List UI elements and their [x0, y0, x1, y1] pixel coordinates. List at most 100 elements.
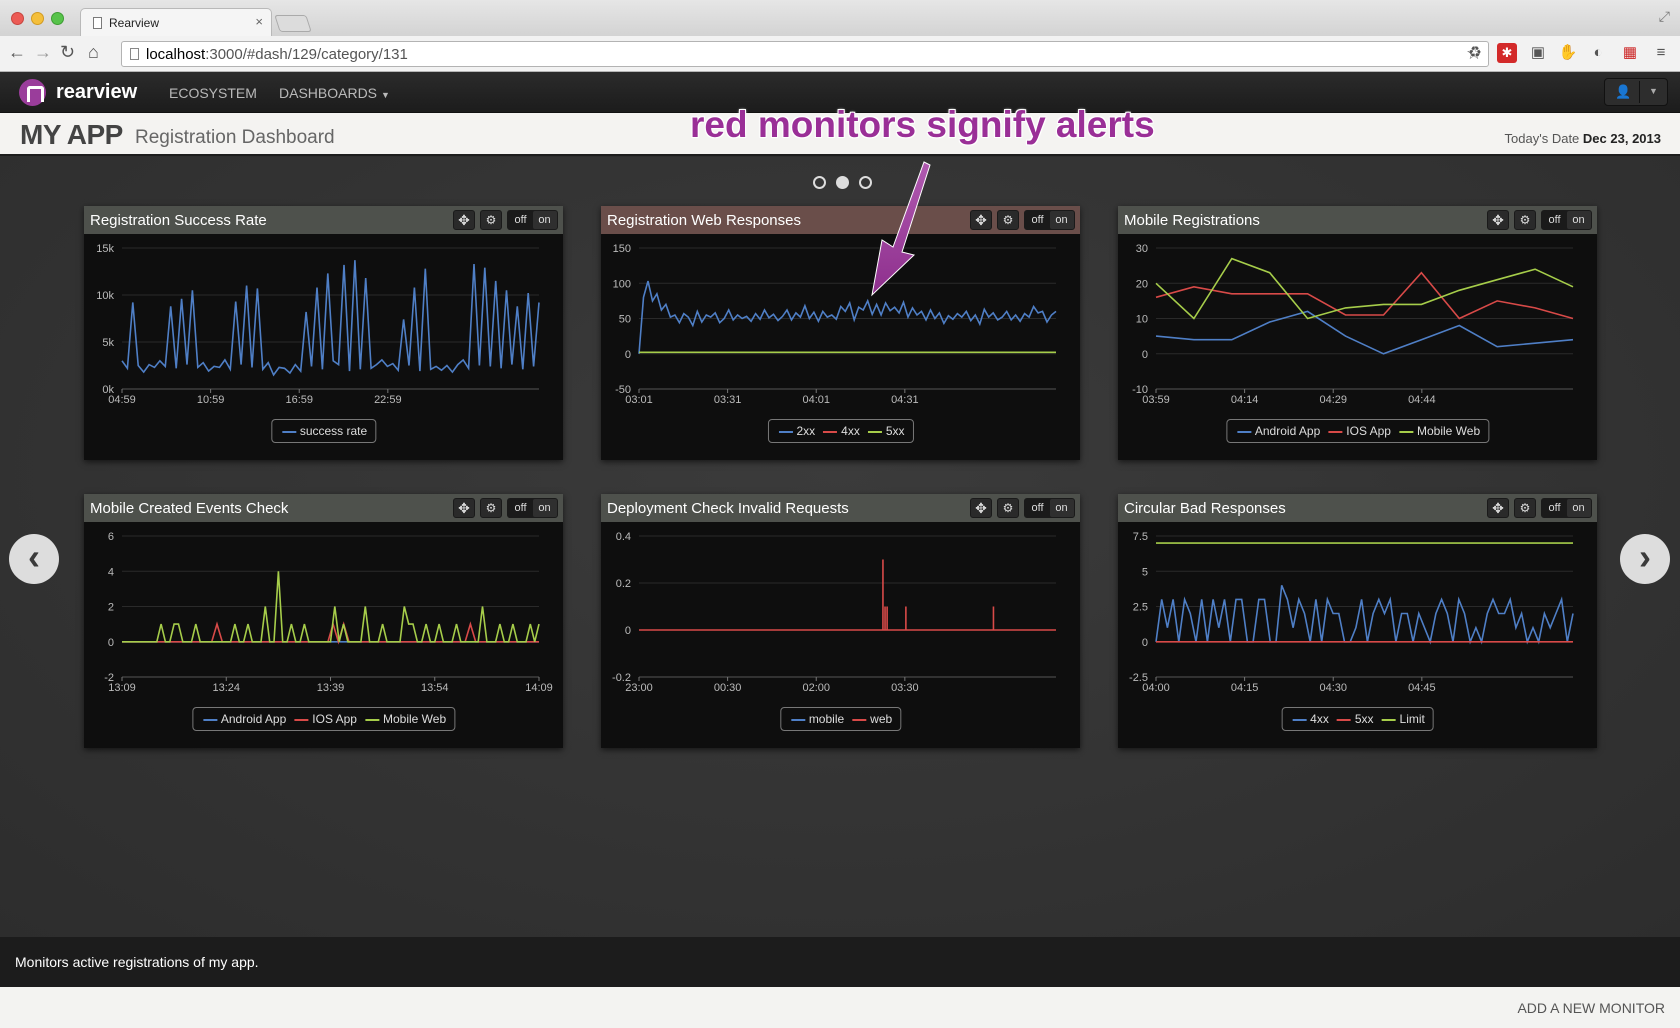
legend-item[interactable]: Android App [201, 712, 286, 726]
browser-tab[interactable]: Rearview × [80, 8, 272, 36]
zoom-window-button[interactable] [51, 12, 64, 25]
x-tick-label: 03:31 [714, 394, 742, 406]
chart-legend[interactable]: 4xx 5xx Limit [1281, 707, 1434, 731]
nav-link-ecosystem[interactable]: ECOSYSTEM [169, 85, 257, 101]
legend-item[interactable]: Limit [1380, 712, 1425, 726]
reload-icon[interactable]: ↻ [60, 42, 75, 63]
move-icon[interactable]: ✥ [1487, 210, 1509, 230]
move-icon[interactable]: ✥ [453, 210, 475, 230]
toggle-on[interactable]: on [1049, 499, 1074, 517]
legend-item[interactable]: IOS App [1326, 424, 1391, 438]
calendar-extension-icon[interactable]: ▦ [1620, 43, 1640, 63]
toggle-off[interactable]: off [1026, 211, 1050, 229]
gear-icon[interactable]: ⚙ [480, 498, 502, 518]
forward-arrow-icon[interactable]: → [34, 42, 52, 63]
gear-icon[interactable]: ⚙ [1514, 210, 1536, 230]
x-tick-label: 02:00 [802, 682, 830, 694]
back-arrow-icon[interactable]: ← [8, 42, 26, 63]
legend-item[interactable]: Mobile Web [1397, 424, 1480, 438]
close-window-button[interactable] [11, 12, 24, 25]
menu-icon[interactable]: ≡ [1651, 43, 1671, 63]
on-off-toggle[interactable]: off on [507, 210, 558, 230]
panel-header[interactable]: Registration Success Rate ✥ ⚙ off on [84, 206, 563, 234]
fullscreen-icon[interactable]: ⤢ [1659, 8, 1670, 25]
toggle-off[interactable]: off [509, 499, 533, 517]
legend-item[interactable]: 5xx [1335, 712, 1374, 726]
nav-link-dashboards[interactable]: DASHBOARDS ▼ [279, 85, 390, 101]
panel-header[interactable]: Circular Bad Responses ✥ ⚙ off on [1118, 494, 1597, 522]
on-off-toggle[interactable]: off on [1024, 210, 1075, 230]
add-monitor-link[interactable]: ADD A NEW MONITOR [1517, 1000, 1665, 1016]
toggle-on[interactable]: on [1049, 211, 1074, 229]
user-menu-button[interactable]: 👤 ▼ [1604, 78, 1668, 106]
x-tick-label: 04:45 [1408, 682, 1436, 694]
legend-item[interactable]: web [850, 712, 892, 726]
legend-item[interactable]: 4xx [821, 424, 860, 438]
logo-text[interactable]: rearview [56, 81, 137, 104]
legend-item[interactable]: mobile [789, 712, 844, 726]
y-tick-label: 0 [108, 637, 114, 649]
toggle-off[interactable]: off [1543, 499, 1567, 517]
on-off-toggle[interactable]: off on [1541, 498, 1592, 518]
legend-item[interactable]: IOS App [292, 712, 357, 726]
ghost-extension-icon[interactable]: ◐ [1588, 43, 1608, 63]
legend-item[interactable]: 4xx [1290, 712, 1329, 726]
recycle-extension-icon[interactable]: ♻ [1465, 43, 1485, 63]
toggle-off[interactable]: off [509, 211, 533, 229]
panel-header[interactable]: Deployment Check Invalid Requests ✥ ⚙ off on [601, 494, 1080, 522]
home-icon[interactable]: ⌂ [88, 42, 99, 63]
legend-item[interactable]: Android App [1235, 424, 1320, 438]
chart-legend[interactable]: success rate [270, 419, 377, 443]
rearview-logo-icon[interactable] [19, 79, 46, 106]
gear-icon[interactable]: ⚙ [480, 210, 502, 230]
toggle-on[interactable]: on [532, 211, 557, 229]
gear-icon[interactable]: ⚙ [997, 210, 1019, 230]
on-off-toggle[interactable]: off on [1541, 210, 1592, 230]
toggle-on[interactable]: on [1566, 499, 1591, 517]
toggle-on[interactable]: on [532, 499, 557, 517]
move-icon[interactable]: ✥ [453, 498, 475, 518]
close-tab-icon[interactable]: × [255, 14, 263, 29]
chart-legend[interactable]: Android App IOS App Mobile Web [191, 707, 456, 731]
on-off-toggle[interactable]: off on [1024, 498, 1075, 518]
minimize-window-button[interactable] [31, 12, 44, 25]
panel-header[interactable]: Mobile Created Events Check ✥ ⚙ off on [84, 494, 563, 522]
gear-icon[interactable]: ⚙ [997, 498, 1019, 518]
y-tick-label: 20 [1136, 278, 1148, 290]
panel-header[interactable]: Registration Web Responses ✥ ⚙ off on [601, 206, 1080, 234]
toggle-on[interactable]: on [1566, 211, 1591, 229]
panel-header[interactable]: Mobile Registrations ✥ ⚙ off on [1118, 206, 1597, 234]
x-tick-label: 04:30 [1319, 682, 1347, 694]
x-tick-label: 13:39 [317, 682, 345, 694]
gear-icon[interactable]: ⚙ [1514, 498, 1536, 518]
pager-dot-active[interactable] [836, 176, 849, 189]
legend-item[interactable]: success rate [280, 424, 367, 438]
red-extension-icon[interactable]: ✱ [1497, 43, 1517, 63]
pager-dot[interactable] [813, 176, 826, 189]
move-icon[interactable]: ✥ [1487, 498, 1509, 518]
next-slide-button[interactable]: › [1620, 534, 1670, 584]
chart-legend[interactable]: mobile web [779, 707, 902, 731]
address-bar[interactable]: localhost:3000/#dash/129/category/131 ☆ [121, 41, 1489, 67]
on-off-toggle[interactable]: off on [507, 498, 558, 518]
hand-extension-icon[interactable]: ✋ [1558, 43, 1578, 63]
stamp-extension-icon[interactable]: ▣ [1528, 43, 1548, 63]
chart-legend[interactable]: Android App IOS App Mobile Web [1225, 419, 1490, 443]
panel-chart: 15k10k5k0k04:59 10:59 16:59 22:59 [96, 243, 540, 406]
x-tick-label: 04:14 [1231, 394, 1259, 406]
chart-legend[interactable]: 2xx 4xx 5xx [767, 419, 914, 443]
move-icon[interactable]: ✥ [970, 210, 992, 230]
legend-item[interactable]: Mobile Web [363, 712, 446, 726]
legend-item[interactable]: 2xx [776, 424, 815, 438]
y-tick-label: 0.2 [616, 578, 631, 590]
move-icon[interactable]: ✥ [970, 498, 992, 518]
legend-item[interactable]: 5xx [866, 424, 905, 438]
toggle-off[interactable]: off [1026, 499, 1050, 517]
new-tab-button[interactable] [274, 15, 312, 32]
previous-slide-button[interactable]: ‹ [9, 534, 59, 584]
x-tick-label: 13:54 [421, 682, 449, 694]
legend-swatch [202, 718, 217, 721]
toggle-off[interactable]: off [1543, 211, 1567, 229]
tab-title: Rearview [109, 16, 160, 30]
legend-label: 5xx [1354, 712, 1374, 726]
